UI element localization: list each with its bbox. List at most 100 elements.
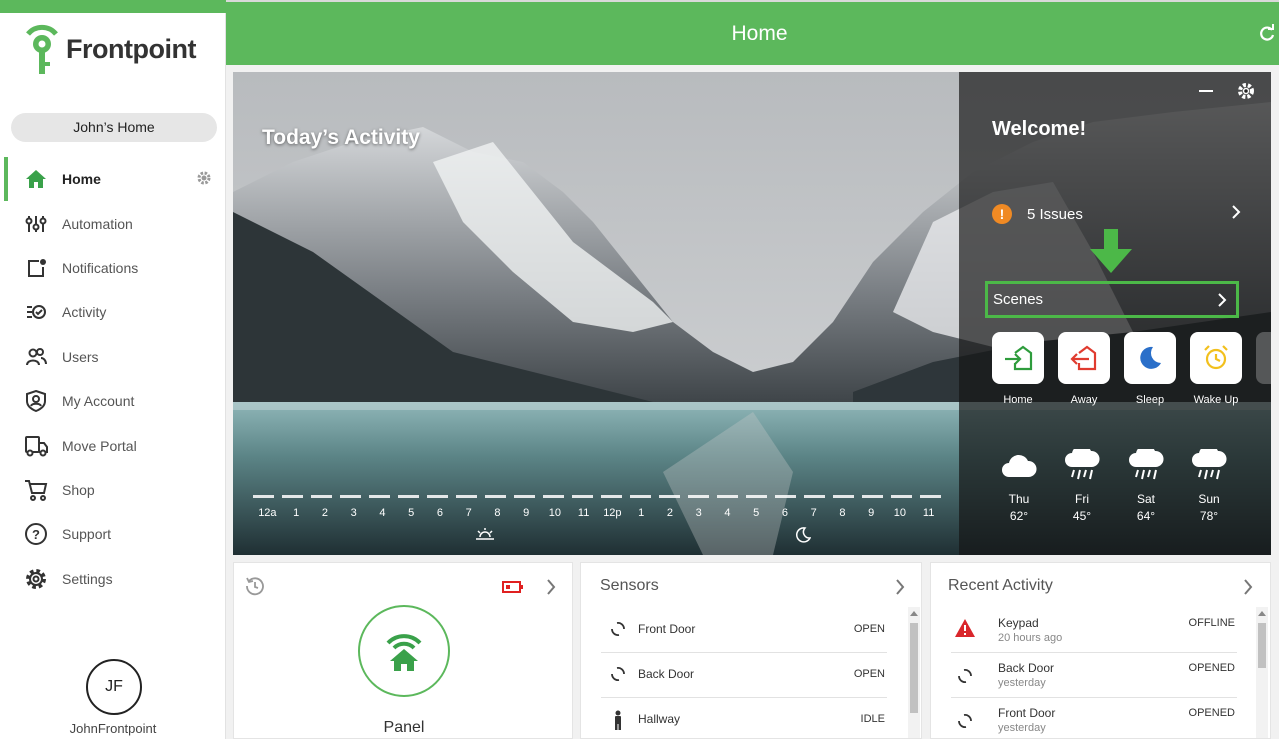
timeline-tick-label: 8 [839, 507, 846, 519]
activity-scrollbar[interactable] [1256, 607, 1268, 738]
sidebar-item-label: Move Portal [62, 437, 137, 454]
timeline-tick-label: 4 [379, 507, 386, 519]
brand-name: Frontpoint [66, 33, 196, 64]
sidebar-item-settings[interactable]: Settings [4, 557, 226, 601]
activity-timeline[interactable]: 12a 1 2 3 4 5 6 7 8 9 10 11 12p 1 2 3 4 5 6 7 8 9 10 11 [253, 495, 943, 555]
timeline-segment [340, 495, 361, 498]
chevron-right-icon [1216, 290, 1228, 314]
sensor-name: Front Door [638, 622, 696, 636]
home-leave-icon [1058, 332, 1110, 384]
notification-icon [24, 256, 48, 280]
scroll-up-icon[interactable] [1258, 611, 1266, 616]
issues-label: 5 Issues [1027, 205, 1083, 223]
weather-day: Fri 45° [1062, 446, 1102, 523]
door-sensor-icon [956, 667, 974, 688]
sidebar-item-notifications[interactable]: Notifications [4, 246, 226, 290]
sensor-status: OPEN [853, 668, 885, 680]
welcome-title: Welcome! [992, 118, 1087, 140]
timeline-tick-label: 6 [436, 507, 443, 519]
activity-status: OFFLINE [1188, 617, 1235, 629]
scene-new[interactable]: Ne [1256, 332, 1271, 406]
sidebar-item-support[interactable]: ? Support [4, 512, 226, 556]
timeline-segment [833, 495, 854, 498]
activity-time: yesterday [998, 722, 1046, 734]
motion-sensor-icon [609, 710, 627, 733]
recent-activity-title: Recent Activity [948, 577, 1053, 594]
welcome-settings-gear-icon[interactable] [1237, 82, 1255, 105]
list-item[interactable]: Hallway IDLE [601, 698, 887, 738]
activity-list: Keypad 20 hours ago OFFLINE Back Door ye… [951, 608, 1237, 738]
door-sensor-icon [609, 620, 627, 641]
sidebar-item-shop[interactable]: Shop [4, 468, 226, 512]
chevron-right-icon[interactable] [894, 577, 906, 602]
hero-title: Today’s Activity [262, 126, 420, 149]
timeline-segment [601, 495, 622, 498]
timeline-tick-label: 6 [781, 507, 788, 519]
scenes-label: Scenes [993, 291, 1044, 308]
scroll-up-icon[interactable] [910, 611, 918, 616]
list-item[interactable]: Keypad 20 hours ago OFFLINE [951, 608, 1237, 653]
minimize-icon[interactable] [1199, 90, 1213, 92]
home-settings-gear-icon[interactable] [196, 170, 212, 189]
activity-status: OPENED [1188, 707, 1235, 719]
scenes-link[interactable]: Scenes [985, 281, 1239, 318]
sidebar-item-label: Users [62, 348, 99, 365]
scene-home[interactable]: Home [992, 332, 1044, 406]
issues-link[interactable]: ! 5 Issues [992, 202, 1242, 226]
sidebar-item-label: Settings [62, 570, 113, 587]
activity-name: Keypad [998, 616, 1039, 630]
recent-activity-card: Recent Activity Keypad 20 hours ago OFFL… [930, 562, 1271, 739]
timeline-segment [514, 495, 535, 498]
panel-card[interactable]: Panel [233, 562, 573, 739]
list-item[interactable]: Back Door OPEN [601, 653, 887, 698]
timeline-tick-label: 7 [810, 507, 817, 519]
sidebar-item-move-portal[interactable]: Move Portal [4, 423, 226, 467]
scene-wake-up[interactable]: Wake Up [1190, 332, 1242, 406]
truck-icon [24, 434, 48, 458]
sidebar-item-automation[interactable]: Automation [4, 201, 226, 245]
timeline-segment [282, 495, 303, 498]
weather-temp: 78° [1199, 509, 1219, 523]
sidebar-item-my-account[interactable]: My Account [4, 379, 226, 423]
sensors-card: Sensors Front Door OPEN Back Door OPEN H… [580, 562, 922, 739]
scene-sleep[interactable]: Sleep [1124, 332, 1176, 406]
weather-temp: 45° [1072, 509, 1092, 523]
timeline-segment [688, 495, 709, 498]
brand-logo[interactable]: Frontpoint [24, 22, 196, 76]
sensor-name: Back Door [638, 667, 695, 681]
gear-icon [24, 567, 48, 591]
home-selector[interactable]: John’s Home [11, 113, 217, 142]
timeline-tick-label: 11 [577, 507, 590, 519]
weather-day: Sat 64° [1126, 446, 1166, 523]
sidebar-item-activity[interactable]: Activity [4, 290, 226, 334]
username: JohnFrontpoint [69, 721, 157, 736]
scroll-thumb[interactable] [910, 623, 918, 713]
sensors-title: Sensors [600, 577, 659, 594]
sidebar-item-users[interactable]: Users [4, 335, 226, 379]
timeline-segment [659, 495, 680, 498]
sidebar-item-home[interactable]: Home [4, 157, 226, 202]
chevron-right-icon[interactable] [545, 577, 557, 602]
activity-status: OPENED [1188, 662, 1235, 674]
scene-label: Ne [1252, 394, 1271, 406]
timeline-segment [369, 495, 390, 498]
refresh-icon[interactable] [1259, 24, 1275, 47]
sensor-status: OPEN [853, 623, 885, 635]
panel-icon [358, 605, 450, 697]
sensors-scrollbar[interactable] [908, 607, 920, 738]
list-item[interactable]: Back Door yesterday OPENED [951, 653, 1237, 698]
history-icon[interactable] [245, 576, 265, 601]
scene-away[interactable]: Away [1058, 332, 1110, 406]
scroll-thumb[interactable] [1258, 623, 1266, 668]
rain-icon [1189, 446, 1229, 486]
help-icon: ? [24, 522, 48, 546]
weather-day: Sun 78° [1189, 446, 1229, 523]
timeline-tick-label: 2 [321, 507, 328, 519]
timeline-tick-label: 1 [638, 507, 645, 519]
list-item[interactable]: Front Door yesterday OPENED [951, 698, 1237, 738]
chevron-right-icon[interactable] [1242, 577, 1254, 602]
battery-low-icon [502, 580, 524, 598]
list-item[interactable]: Front Door OPEN [601, 608, 887, 653]
sidebar-item-label: Activity [62, 304, 107, 321]
avatar[interactable]: JF [86, 659, 142, 715]
